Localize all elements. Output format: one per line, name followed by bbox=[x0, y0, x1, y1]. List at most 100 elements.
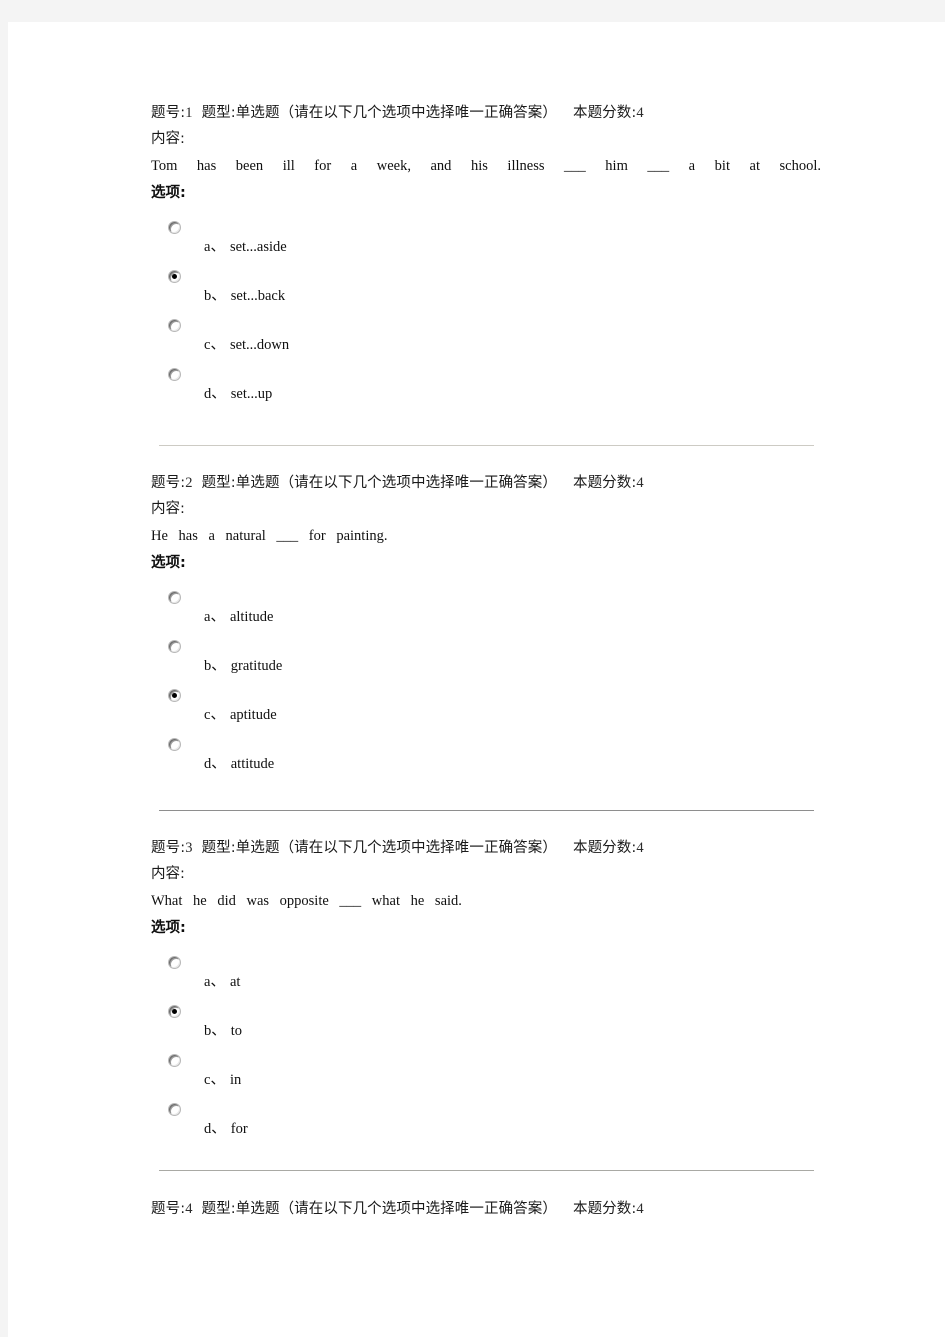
content-label: 内容: bbox=[151, 866, 185, 882]
option-separator: 、 bbox=[210, 1072, 225, 1088]
option-row[interactable]: a、 altitude bbox=[151, 588, 821, 637]
radio-button-icon[interactable] bbox=[168, 319, 181, 332]
option-row[interactable]: d、 attitude bbox=[151, 735, 821, 784]
radio-button-icon[interactable] bbox=[168, 221, 181, 234]
question-type-value: 单选题（请在以下几个选项中选择唯一正确答案） bbox=[235, 1201, 557, 1217]
option-separator: 、 bbox=[211, 288, 226, 304]
option-label: c、 aptitude bbox=[204, 703, 277, 724]
question-header: 题号:1 题型:单选题（请在以下几个选项中选择唯一正确答案） 本题分数:4 bbox=[151, 100, 821, 126]
option-separator: 、 bbox=[210, 337, 225, 353]
question-type-prefix: 题型 bbox=[201, 1201, 231, 1217]
question-number: 3 bbox=[185, 840, 193, 856]
question-number: 1 bbox=[185, 105, 193, 121]
option-label: b、 to bbox=[204, 1019, 242, 1040]
question-number: 4 bbox=[185, 1201, 193, 1217]
option-row[interactable]: b、 set...back bbox=[151, 267, 821, 316]
option-separator: 、 bbox=[211, 1023, 226, 1039]
option-separator: 、 bbox=[211, 756, 226, 772]
option-text: set...up bbox=[230, 386, 273, 402]
question-score: 4 bbox=[636, 105, 644, 121]
question-header: 题号:4 题型:单选题（请在以下几个选项中选择唯一正确答案） 本题分数:4 bbox=[151, 1196, 821, 1222]
question-number-prefix: 题号 bbox=[151, 840, 181, 856]
content-label: 内容: bbox=[151, 501, 185, 517]
question-block: 题号:2 题型:单选题（请在以下几个选项中选择唯一正确答案） 本题分数:4 内容: … bbox=[151, 470, 821, 784]
question-score: 4 bbox=[636, 1201, 644, 1217]
option-text: set...back bbox=[230, 288, 286, 304]
exam-question-list: 题号:1 题型:单选题（请在以下几个选项中选择唯一正确答案） 本题分数:4 内容: … bbox=[151, 100, 821, 1222]
question-type-value: 单选题（请在以下几个选项中选择唯一正确答案） bbox=[235, 840, 557, 856]
option-row[interactable]: b、 gratitude bbox=[151, 637, 821, 686]
question-number: 2 bbox=[185, 475, 193, 491]
radio-button-icon[interactable] bbox=[168, 640, 181, 653]
score-prefix: 本题分数 bbox=[572, 475, 632, 491]
radio-button-icon[interactable] bbox=[168, 368, 181, 381]
option-separator: 、 bbox=[211, 386, 226, 402]
option-label: a、 at bbox=[204, 970, 240, 991]
options-label: 选项: bbox=[151, 185, 186, 201]
radio-button-icon[interactable] bbox=[168, 738, 181, 751]
option-separator: 、 bbox=[211, 658, 226, 674]
options-label: 选项: bbox=[151, 555, 186, 571]
question-text: What he did was opposite ___ what he sai… bbox=[151, 893, 462, 909]
question-score: 4 bbox=[636, 475, 644, 491]
option-text: altitude bbox=[229, 609, 274, 625]
content-label: 内容: bbox=[151, 131, 185, 147]
radio-button-icon[interactable] bbox=[168, 1005, 181, 1018]
options-label: 选项: bbox=[151, 920, 186, 936]
option-label: a、 set...aside bbox=[204, 235, 287, 256]
option-row[interactable]: d、 for bbox=[151, 1100, 821, 1149]
question-header: 题号:2 题型:单选题（请在以下几个选项中选择唯一正确答案） 本题分数:4 bbox=[151, 470, 821, 496]
question-number-prefix: 题号 bbox=[151, 475, 181, 491]
question-block: 题号:1 题型:单选题（请在以下几个选项中选择唯一正确答案） 本题分数:4 内容: … bbox=[151, 100, 821, 414]
radio-button-icon[interactable] bbox=[168, 1103, 181, 1116]
option-label: b、 gratitude bbox=[204, 654, 282, 675]
option-separator: 、 bbox=[210, 609, 225, 625]
radio-button-icon[interactable] bbox=[168, 591, 181, 604]
option-text: for bbox=[230, 1121, 248, 1137]
question-text: Tom has been ill for a week, and his ill… bbox=[151, 158, 821, 174]
option-row[interactable]: c、 set...down bbox=[151, 316, 821, 365]
option-separator: 、 bbox=[210, 239, 225, 255]
score-prefix: 本题分数 bbox=[572, 105, 632, 121]
document-page: 题号:1 题型:单选题（请在以下几个选项中选择唯一正确答案） 本题分数:4 内容: … bbox=[8, 22, 945, 1337]
option-label: c、 in bbox=[204, 1068, 241, 1089]
question-type-prefix: 题型 bbox=[201, 840, 231, 856]
option-separator: 、 bbox=[211, 1121, 226, 1137]
option-text: aptitude bbox=[229, 707, 277, 723]
option-text: set...down bbox=[229, 337, 290, 353]
question-type-prefix: 题型 bbox=[201, 105, 231, 121]
radio-button-icon[interactable] bbox=[168, 956, 181, 969]
option-label: c、 set...down bbox=[204, 333, 289, 354]
radio-button-icon[interactable] bbox=[168, 1054, 181, 1067]
option-row[interactable]: c、 in bbox=[151, 1051, 821, 1100]
option-separator: 、 bbox=[210, 974, 225, 990]
option-row[interactable]: b、 to bbox=[151, 1002, 821, 1051]
option-label: d、 attitude bbox=[204, 752, 274, 773]
options-group: a、 set...aside b、 set...back c、 set...down … bbox=[151, 218, 821, 414]
question-header: 题号:3 题型:单选题（请在以下几个选项中选择唯一正确答案） 本题分数:4 bbox=[151, 835, 821, 861]
options-group: a、 altitude b、 gratitude c、 aptitude d、 atti… bbox=[151, 588, 821, 784]
option-row[interactable]: d、 set...up bbox=[151, 365, 821, 414]
question-number-prefix: 题号 bbox=[151, 105, 181, 121]
option-label: d、 for bbox=[204, 1117, 248, 1138]
score-prefix: 本题分数 bbox=[572, 1201, 632, 1217]
question-block: 题号:4 题型:单选题（请在以下几个选项中选择唯一正确答案） 本题分数:4 bbox=[151, 1196, 821, 1222]
option-text: to bbox=[230, 1023, 243, 1039]
option-text: at bbox=[229, 974, 241, 990]
option-row[interactable]: a、 at bbox=[151, 953, 821, 1002]
option-text: in bbox=[229, 1072, 242, 1088]
option-label: d、 set...up bbox=[204, 382, 272, 403]
option-label: b、 set...back bbox=[204, 284, 285, 305]
option-text: gratitude bbox=[230, 658, 283, 674]
option-row[interactable]: a、 set...aside bbox=[151, 218, 821, 267]
question-score: 4 bbox=[636, 840, 644, 856]
question-text: He has a natural ___ for painting. bbox=[151, 528, 388, 544]
radio-button-icon[interactable] bbox=[168, 689, 181, 702]
question-type-value: 单选题（请在以下几个选项中选择唯一正确答案） bbox=[235, 105, 557, 121]
option-row[interactable]: c、 aptitude bbox=[151, 686, 821, 735]
option-separator: 、 bbox=[210, 707, 225, 723]
question-type-value: 单选题（请在以下几个选项中选择唯一正确答案） bbox=[235, 475, 557, 491]
score-prefix: 本题分数 bbox=[572, 840, 632, 856]
radio-button-icon[interactable] bbox=[168, 270, 181, 283]
options-group: a、 at b、 to c、 in d、 for bbox=[151, 953, 821, 1149]
